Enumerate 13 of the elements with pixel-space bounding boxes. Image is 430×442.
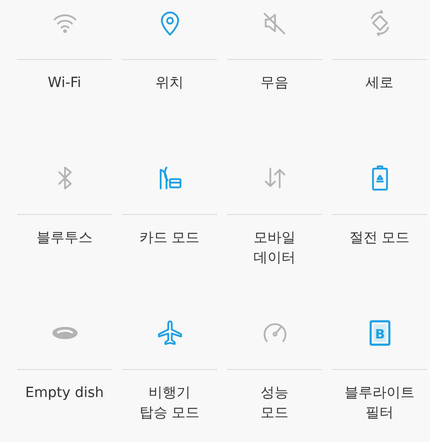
tile-label: 위치: [156, 74, 184, 93]
tile-label: 블루투스: [36, 229, 92, 248]
airplane-icon[interactable]: [156, 319, 184, 347]
tile-label: 성능 모드: [260, 384, 288, 423]
tile-label: 세로: [366, 74, 394, 93]
tile-label: Empty dish: [25, 384, 104, 403]
tile-label: 비행기 탑승 모드: [139, 384, 200, 423]
tile-label: 절전 모드: [349, 229, 410, 248]
tile-label: 무음: [260, 74, 288, 93]
tile-label: 모바일 데이터: [254, 229, 296, 268]
tile-label: 카드 모드: [139, 229, 200, 248]
tile-label: 블루라이트 필터: [344, 384, 414, 423]
tile-label: Wi-Fi: [48, 74, 82, 93]
